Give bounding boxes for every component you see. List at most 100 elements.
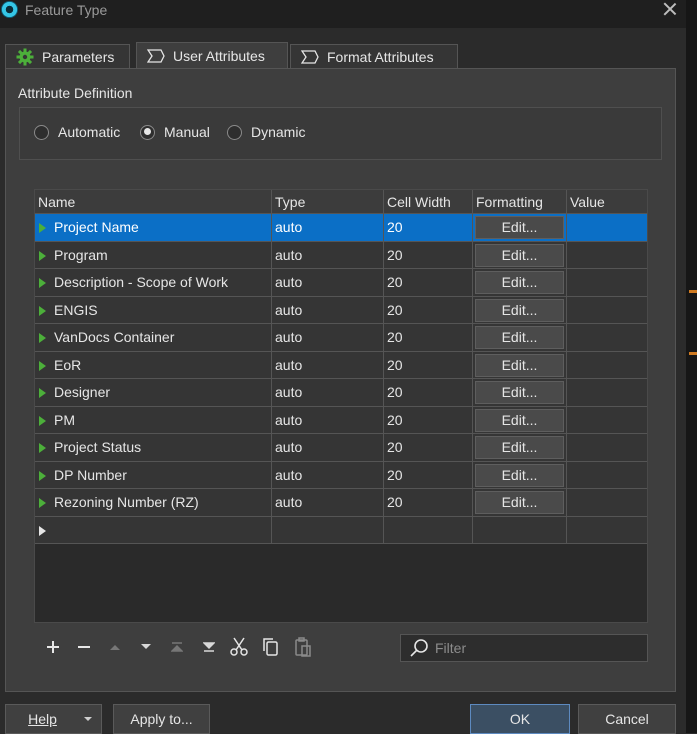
expand-arrow-icon[interactable] (39, 360, 46, 371)
column-header-type[interactable]: Type (272, 190, 384, 214)
edit-button[interactable]: Edit... (475, 463, 564, 487)
move-up-icon[interactable] (103, 635, 127, 659)
expand-arrow-icon[interactable] (39, 415, 46, 426)
attribute-type-cell[interactable]: auto (272, 379, 384, 406)
attribute-width-cell[interactable]: 20 (384, 489, 473, 516)
radio-manual[interactable]: Manual (140, 124, 210, 140)
value-cell[interactable] (567, 352, 647, 379)
copy-icon[interactable] (259, 635, 283, 659)
tab-user-attributes[interactable]: User Attributes (136, 42, 288, 69)
attribute-type-cell[interactable]: auto (272, 461, 384, 488)
attribute-width-cell[interactable]: 20 (384, 214, 473, 241)
attribute-name-cell[interactable]: Designer (35, 379, 272, 406)
table-row[interactable]: PM auto 20 Edit... (35, 406, 647, 434)
attribute-type-cell[interactable]: auto (272, 214, 384, 241)
ok-button[interactable]: OK (470, 704, 570, 734)
chevron-down-icon[interactable] (83, 716, 93, 722)
value-cell[interactable] (567, 407, 647, 434)
minus-icon[interactable] (72, 635, 96, 659)
value-cell[interactable] (567, 242, 647, 269)
attribute-width-cell[interactable]: 20 (384, 296, 473, 323)
attribute-width-cell[interactable]: 20 (384, 461, 473, 488)
attribute-type-cell[interactable]: auto (272, 434, 384, 461)
radio-dynamic[interactable]: Dynamic (227, 124, 305, 140)
table-row[interactable]: EoR auto 20 Edit... (35, 351, 647, 379)
value-cell[interactable] (567, 379, 647, 406)
edit-button[interactable]: Edit... (475, 326, 564, 349)
table-row[interactable]: Project Name auto 20 Edit... (35, 214, 647, 242)
attribute-name-cell[interactable]: Description - Scope of Work (35, 269, 272, 296)
cancel-button[interactable]: Cancel (578, 704, 676, 734)
attribute-width-cell[interactable]: 20 (384, 434, 473, 461)
attribute-width-cell[interactable]: 20 (384, 406, 473, 433)
table-row[interactable]: Rezoning Number (RZ) auto 20 Edit... (35, 489, 647, 517)
table-row[interactable]: Designer auto 20 Edit... (35, 379, 647, 407)
table-row[interactable]: ENGIS auto 20 Edit... (35, 296, 647, 324)
edit-button[interactable]: Edit... (475, 491, 564, 514)
value-cell[interactable] (567, 434, 647, 461)
expand-arrow-icon[interactable] (39, 443, 46, 453)
column-header-formatting[interactable]: Formatting (473, 190, 567, 214)
attribute-width-cell[interactable]: 20 (384, 324, 473, 351)
edit-button[interactable]: Edit... (475, 271, 564, 294)
tab-parameters[interactable]: Parameters (5, 44, 130, 69)
table-row[interactable]: Description - Scope of Work auto 20 Edit... (35, 269, 647, 297)
attribute-name-cell[interactable]: EoR (35, 351, 272, 378)
attribute-type-cell[interactable]: auto (272, 489, 384, 516)
column-header-cell-width[interactable]: Cell Width (384, 190, 473, 214)
edit-button[interactable]: Edit... (475, 353, 564, 377)
attribute-width-cell[interactable]: 20 (384, 351, 473, 378)
attribute-type-cell[interactable]: auto (272, 351, 384, 378)
edit-button[interactable]: Edit... (475, 243, 564, 267)
edit-button[interactable]: Edit... (475, 381, 564, 404)
new-row[interactable] (35, 516, 647, 544)
close-icon[interactable] (662, 1, 678, 17)
expand-arrow-icon[interactable] (39, 498, 46, 508)
edit-button[interactable]: Edit... (475, 408, 564, 432)
table-row[interactable]: Program auto 20 Edit... (35, 241, 647, 269)
edit-button[interactable]: Edit... (475, 298, 564, 322)
value-cell[interactable] (567, 324, 647, 351)
expand-arrow-icon[interactable] (39, 278, 46, 288)
attribute-type-cell[interactable]: auto (272, 269, 384, 296)
table-row[interactable]: Project Status auto 20 Edit... (35, 434, 647, 462)
attribute-width-cell[interactable]: 20 (384, 241, 473, 268)
expand-arrow-icon[interactable] (39, 388, 46, 398)
move-top-icon[interactable] (165, 635, 189, 659)
column-header-name[interactable]: Name (35, 190, 272, 214)
plus-icon[interactable] (41, 635, 65, 659)
attribute-name-cell[interactable]: PM (35, 406, 272, 433)
attribute-width-cell[interactable]: 20 (384, 379, 473, 406)
apply-to-button[interactable]: Apply to... (113, 704, 210, 734)
attribute-type-cell[interactable]: auto (272, 406, 384, 433)
value-cell[interactable] (567, 214, 647, 241)
expand-arrow-icon[interactable] (39, 250, 46, 261)
edit-button[interactable]: Edit... (475, 216, 564, 239)
cut-icon[interactable] (227, 635, 251, 659)
attribute-type-cell[interactable]: auto (272, 324, 384, 351)
new-row-name-cell[interactable] (35, 516, 272, 543)
paste-icon[interactable] (291, 635, 315, 659)
value-cell[interactable] (567, 489, 647, 516)
edit-button[interactable]: Edit... (475, 436, 564, 459)
new-row-value-cell[interactable] (567, 517, 647, 544)
attribute-name-cell[interactable]: DP Number (35, 461, 272, 488)
move-bottom-icon[interactable] (197, 635, 221, 659)
table-row[interactable]: DP Number auto 20 Edit... (35, 461, 647, 489)
radio-automatic[interactable]: Automatic (34, 124, 120, 140)
attribute-name-cell[interactable]: Project Name (35, 214, 272, 241)
move-down-icon[interactable] (134, 635, 158, 659)
value-cell[interactable] (567, 297, 647, 324)
attribute-name-cell[interactable]: Program (35, 241, 272, 268)
attribute-type-cell[interactable]: auto (272, 241, 384, 268)
attribute-type-cell[interactable]: auto (272, 296, 384, 323)
expand-arrow-icon[interactable] (39, 470, 46, 481)
filter-input[interactable]: Filter (400, 634, 648, 662)
attribute-name-cell[interactable]: VanDocs Container (35, 324, 272, 351)
attribute-width-cell[interactable]: 20 (384, 269, 473, 296)
expand-arrow-icon[interactable] (39, 223, 46, 233)
value-cell[interactable] (567, 462, 647, 489)
attribute-name-cell[interactable]: Rezoning Number (RZ) (35, 489, 272, 516)
expand-arrow-icon[interactable] (39, 333, 46, 343)
help-button[interactable]: Help (5, 704, 102, 734)
